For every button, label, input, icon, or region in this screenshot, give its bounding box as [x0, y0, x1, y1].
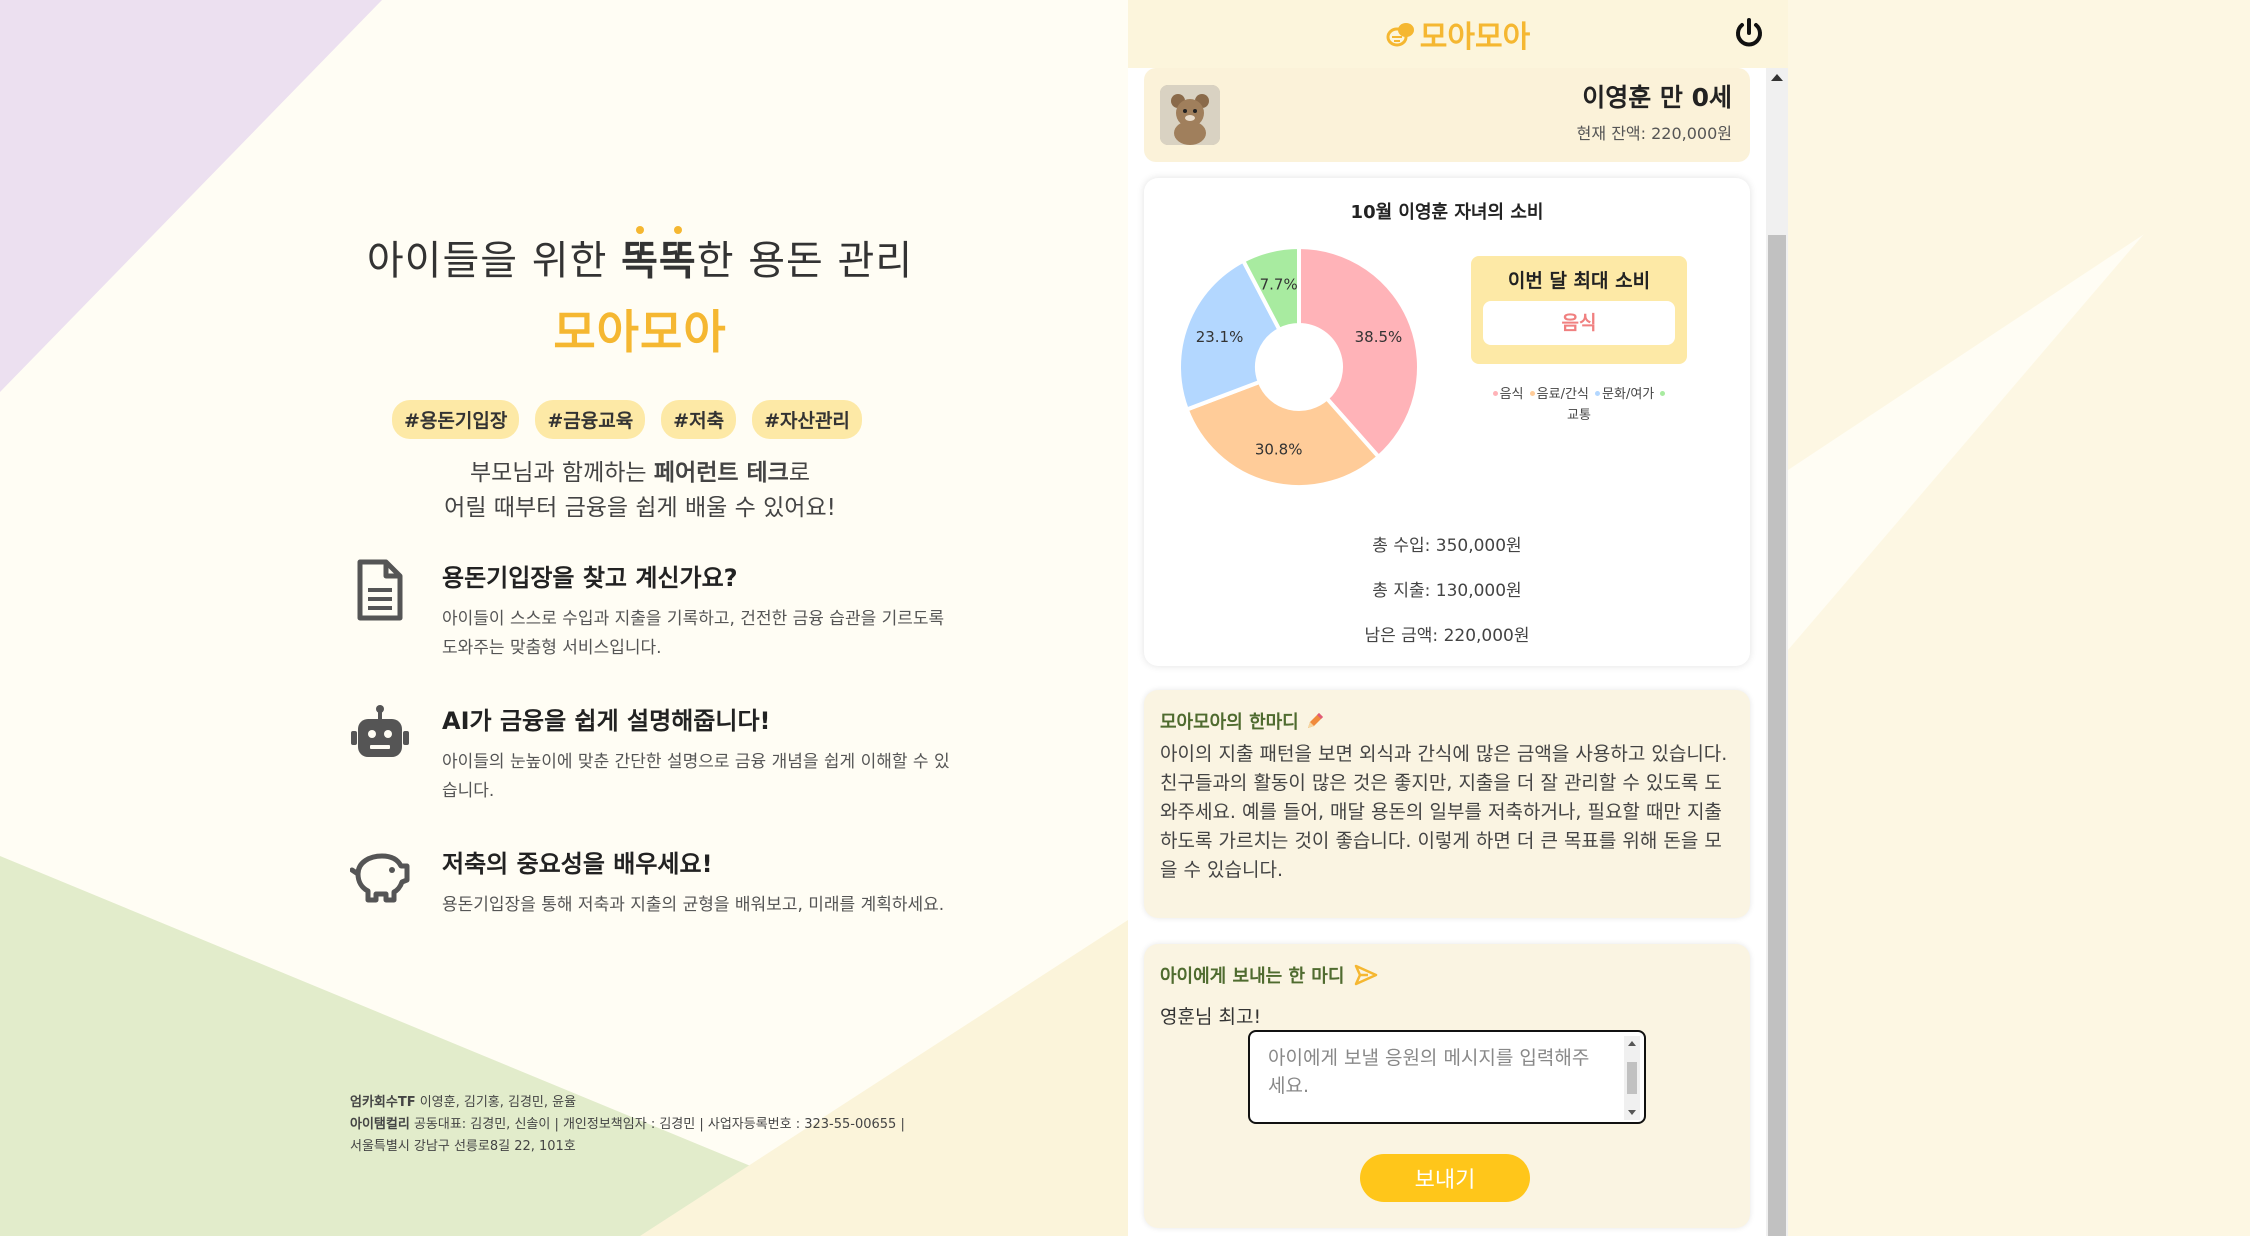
robot-icon	[351, 705, 409, 757]
profile-card: 이영훈 만 0세 현재 잔액: 220,000원	[1144, 68, 1750, 162]
scrollbar-thumb[interactable]	[1768, 235, 1786, 1236]
profile-name: 이영훈 만 0세	[1582, 83, 1732, 112]
feature-item: 저축의 중요성을 배우세요! 용돈기입장을 통해 저축과 지출의 균형을 배워보…	[350, 844, 950, 920]
chart-legend: 음식 음료/간식 문화/여가 교통	[1471, 384, 1687, 426]
subtitle-line2: 어릴 때부터 금융을 쉽게 배울 수 있어요!	[444, 495, 836, 521]
legend-dot	[1529, 391, 1535, 396]
feature-item: AI가 금융을 쉽게 설명해줍니다! 아이들의 눈높이에 맞춘 간단한 설명으로…	[350, 701, 950, 806]
legend-label[interactable]: 문화/여가	[1602, 387, 1654, 402]
feature-desc: 용돈기입장을 통해 저축과 지출의 균형을 배워보고, 미래를 계획하세요.	[442, 895, 945, 915]
legend-dot	[1492, 391, 1498, 396]
footer-company-info: 공동대표: 김경민, 신솔이 | 개인정보책임자 : 김경민 | 사업자등록번호…	[409, 1117, 905, 1132]
app-logo-text: 모아모아	[1419, 20, 1531, 55]
avatar	[1160, 85, 1220, 145]
tag: #자산관리	[752, 400, 862, 439]
spending-chart-card: 10월 이영훈 자녀의 소비 38.5% 30.8% 23.1% 7.7% 이번 달 …	[1144, 178, 1750, 666]
hero-bold-text: 똑똑	[621, 238, 697, 284]
textarea-scrollbar[interactable]	[1624, 1036, 1640, 1120]
hero-headline: 아이들을 위한 똑똑한 용돈 관리	[366, 226, 914, 286]
advice-title-text: 모아모아의 한마디	[1160, 712, 1299, 733]
paper-plane-icon	[1355, 964, 1378, 986]
footer-company-label: 아이탬컬리	[350, 1117, 410, 1132]
advice-title: 모아모아의 한마디	[1160, 708, 1734, 734]
feature-desc: 아이들의 눈높이에 맞춘 간단한 설명으로 금융 개념을 쉽게 이해할 수 있습…	[442, 752, 950, 801]
tag: #금융교육	[535, 400, 646, 439]
feature-title: 저축의 중요성을 배우세요!	[442, 850, 713, 878]
donut-chart: 38.5% 30.8% 23.1% 7.7%	[1177, 244, 1421, 489]
hero: 아이들을 위한 똑똑한 용돈 관리 모아모아	[0, 226, 1280, 362]
power-icon[interactable]	[1732, 16, 1766, 50]
slice-label: 7.7%	[1260, 275, 1298, 293]
slice-label: 38.5%	[1355, 328, 1403, 346]
feature-list: 용돈기입장을 찾고 계신가요? 아이들이 스스로 수입과 지출을 기록하고, 건…	[350, 558, 950, 958]
app-content: 이영훈 만 0세 현재 잔액: 220,000원 10월 이영훈 자녀의 소비 …	[1144, 68, 1750, 1228]
legend-label[interactable]: 음료/간식	[1537, 387, 1589, 402]
legend-label[interactable]: 교통	[1567, 408, 1591, 423]
footer-team-label: 엄카회수TF	[350, 1095, 416, 1110]
brand-title: 모아모아	[553, 305, 727, 359]
send-message-card: 아이에게 보내는 한 마디 영훈님 최고! 보내기	[1144, 944, 1750, 1228]
legend-dot	[1660, 391, 1666, 396]
advice-text: 아이의 지출 패턴을 보면 외식과 간식에 많은 금액을 사용하고 있습니다. …	[1160, 743, 1728, 881]
message-input-wrapper	[1248, 1030, 1646, 1124]
footer-address: 서울특별시 강남구 선릉로8길 22, 101호	[350, 1139, 576, 1154]
tag: #용돈기입장	[392, 400, 520, 439]
emphasis-dots	[621, 226, 697, 234]
footer-team-members: 이영훈, 김기홍, 김경민, 윤율	[415, 1095, 577, 1110]
profile-balance: 현재 잔액: 220,000원	[1576, 124, 1732, 143]
subtitle-line1-suffix: 로	[788, 460, 811, 486]
app-logo[interactable]: 모아모아	[1386, 12, 1530, 56]
feature-desc: 아이들이 스스로 수입과 지출을 기록하고, 건전한 금융 습관을 기르도록 도…	[442, 609, 945, 658]
max-spending-value: 음식	[1483, 301, 1675, 345]
feature-item: 용돈기입장을 찾고 계신가요? 아이들이 스스로 수입과 지출을 기록하고, 건…	[350, 558, 950, 663]
send-title: 아이에게 보내는 한 마디	[1160, 962, 1734, 988]
advice-card: 모아모아의 한마디 아이의 지출 패턴을 보면 외식과 간식에 많은 금액을 사…	[1144, 690, 1750, 918]
hero-suffix: 한 용돈 관리	[696, 238, 914, 284]
slice-label: 30.8%	[1255, 441, 1303, 459]
subtitle-line1-prefix: 부모님과 함께하는	[469, 460, 654, 486]
legend-label[interactable]: 음식	[1500, 387, 1524, 402]
profile-info: 이영훈 만 0세 현재 잔액: 220,000원	[1577, 78, 1732, 144]
app-panel: 모아모아 이영훈 만 0세 현재 잔액: 220,000원 10월 이영훈 자녀…	[1128, 0, 1788, 1236]
max-spending-box: 이번 달 최대 소비 음식	[1471, 256, 1687, 364]
footer: 엄카회수TF 이영훈, 김기홍, 김경민, 윤율 아이탬컬리 공동대표: 김경민…	[350, 1092, 905, 1158]
app-header: 모아모아	[1128, 0, 1788, 68]
scroll-up-arrow-icon[interactable]	[1771, 74, 1783, 81]
subtitle: 부모님과 함께하는 페어런트 테크로 어릴 때부터 금융을 쉽게 배울 수 있어…	[320, 456, 960, 526]
subtitle-line1-bold: 페어런트 테크	[653, 460, 789, 486]
piggy-bank-icon	[350, 853, 410, 903]
last-message: 영훈님 최고!	[1160, 1006, 1262, 1028]
send-title-text: 아이에게 보내는 한 마디	[1160, 966, 1345, 987]
pencil-icon	[1308, 713, 1324, 728]
landing-section: 아이들을 위한 똑똑한 용돈 관리 모아모아 #용돈기입장 #금융교육 #저축 …	[0, 0, 1128, 1236]
coins-icon	[1386, 23, 1414, 47]
tag-list: #용돈기입장 #금융교육 #저축 #자산관리	[392, 400, 862, 439]
scrollbar[interactable]	[1766, 68, 1788, 1236]
total-expense: 총 지출: 130,000원	[1372, 581, 1522, 601]
message-input[interactable]	[1250, 1032, 1618, 1120]
slice-label: 23.1%	[1196, 328, 1244, 346]
bear-icon	[1160, 85, 1220, 145]
totals: 총 수입: 350,000원 총 지출: 130,000원 남은 금액: 220…	[1144, 524, 1750, 659]
hero-prefix: 아이들을 위한	[366, 238, 622, 284]
document-icon	[357, 559, 403, 621]
feature-title: 용돈기입장을 찾고 계신가요?	[442, 564, 738, 592]
chart-title: 10월 이영훈 자녀의 소비	[1350, 202, 1544, 223]
total-income: 총 수입: 350,000원	[1372, 536, 1522, 556]
remaining-amount: 남은 금액: 220,000원	[1364, 626, 1530, 646]
tag: #저축	[661, 400, 737, 439]
legend-dot	[1595, 391, 1601, 396]
feature-title: AI가 금융을 쉽게 설명해줍니다!	[442, 707, 771, 735]
send-button[interactable]: 보내기	[1360, 1154, 1530, 1202]
max-spending-label: 이번 달 최대 소비	[1507, 270, 1651, 292]
hero-bold-word: 똑똑	[621, 226, 697, 284]
